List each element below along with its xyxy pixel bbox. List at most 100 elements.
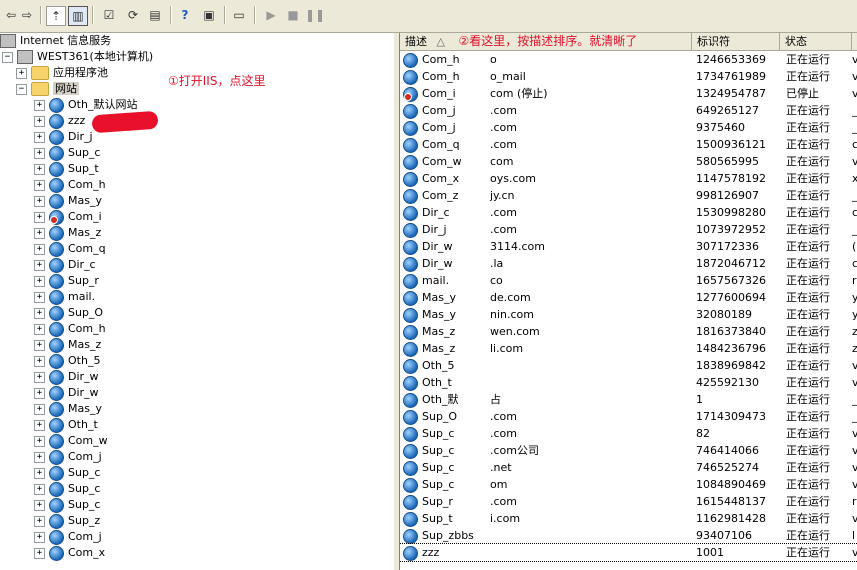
expand-icon[interactable]: + [34,531,45,543]
column-description[interactable]: 描述 △ ②看这里，按描述排序。就清晰了 [400,33,692,50]
tree-site-item[interactable]: + Oth_默认网站 [34,97,137,113]
table-row[interactable]: Sup_c .com公司 746414066 正在运行 v [400,442,857,459]
tree-site-item[interactable]: + Com_h [34,321,106,337]
tree-site-item[interactable]: + Com_j [34,529,102,545]
expand-icon[interactable]: + [34,291,45,303]
table-row[interactable]: Sup_O .com 1714309473 正在运行 _ [400,408,857,425]
console-icon[interactable]: ▣ [200,6,218,24]
collapse-icon[interactable]: − [16,83,27,95]
tree-site-item[interactable]: + Oth_5 [34,353,100,369]
expand-icon[interactable]: + [34,99,45,111]
table-row[interactable]: mail. co 1657567326 正在运行 r [400,272,857,289]
expand-icon[interactable]: + [34,435,45,447]
expand-icon[interactable]: + [34,355,45,367]
tree-site-item[interactable]: + Mas_z [34,225,101,241]
expand-icon[interactable]: + [34,259,45,271]
tree-site-item[interactable]: + Sup_t [34,161,99,177]
expand-icon[interactable]: + [34,339,45,351]
expand-icon[interactable]: + [34,387,45,399]
forward-icon[interactable]: ⇨ [18,6,36,24]
table-row[interactable]: Com_i com (停止) 1324954787 已停止 v [400,85,857,102]
table-row[interactable]: Com_w com 580565995 正在运行 v [400,153,857,170]
up-folder-icon[interactable]: ⇡ [46,6,66,26]
expand-icon[interactable]: + [34,323,45,335]
expand-icon[interactable]: + [34,467,45,479]
tree-site-item[interactable]: + Dir_c [34,257,96,273]
table-row[interactable]: Mas_z wen.com 1816373840 正在运行 z [400,323,857,340]
table-row[interactable]: Mas_z li.com 1484236796 正在运行 z [400,340,857,357]
table-row[interactable]: Mas_y de.com 1277600694 正在运行 y [400,289,857,306]
tree-site-item[interactable]: + Sup_c [34,481,100,497]
tree-site-item[interactable]: + Sup_c [34,145,100,161]
expand-icon[interactable]: + [34,195,45,207]
expand-icon[interactable]: + [34,515,45,527]
table-row[interactable]: Sup_c om 1084890469 正在运行 v [400,476,857,493]
table-row[interactable]: Oth_默 占 1 正在运行 _ [400,391,857,408]
column-status[interactable]: 状态 [780,33,852,50]
expand-icon[interactable]: + [34,483,45,495]
table-row[interactable]: Sup_t i.com 1162981428 正在运行 v [400,510,857,527]
table-row[interactable]: Dir_j .com 1073972952 正在运行 _ [400,221,857,238]
show-hide-tree-icon[interactable]: ▥ [68,6,88,26]
expand-icon[interactable]: + [16,67,27,79]
tree-site-item[interactable]: + mail. [34,289,95,305]
expand-icon[interactable]: + [34,419,45,431]
expand-icon[interactable]: + [34,403,45,415]
table-row[interactable]: Com_q .com 1500936121 正在运行 c [400,136,857,153]
tree-site-item[interactable]: + Dir_j [34,129,93,145]
expand-icon[interactable]: + [34,131,45,143]
stop-icon[interactable]: ■ [284,6,302,24]
help-icon[interactable]: ? [176,6,194,24]
table-row[interactable]: Dir_c .com 1530998280 正在运行 c [400,204,857,221]
expand-icon[interactable]: + [34,371,45,383]
column-identifier[interactable]: 标识符 [692,33,780,50]
table-row[interactable]: Oth_t 425592130 正在运行 v [400,374,857,391]
tree-site-item[interactable]: + Dir_w [34,385,99,401]
table-row[interactable]: Com_j .com 649265127 正在运行 _ [400,102,857,119]
tree-site-item[interactable]: + Sup_c [34,465,100,481]
table-row[interactable]: Com_h o_mail 1734761989 正在运行 v [400,68,857,85]
tree-site-item[interactable]: + Mas_y [34,193,102,209]
table-row[interactable]: Mas_y nin.com 32080189 正在运行 y [400,306,857,323]
expand-icon[interactable]: + [34,115,45,127]
tree-site-item[interactable]: + Com_h [34,177,106,193]
computer-icon[interactable]: ▭ [230,6,248,24]
tree-site-item[interactable]: + Sup_z [34,513,100,529]
table-row[interactable]: Com_j .com 9375460 正在运行 _ [400,119,857,136]
tree-site-item[interactable]: + Sup_O [34,305,103,321]
tree-site-item[interactable]: + Sup_r [34,273,99,289]
tree-site-item[interactable]: + zzz [34,113,85,129]
table-row[interactable]: Dir_w 3114.com 307172336 正在运行 ( [400,238,857,255]
table-row[interactable]: Com_h o 1246653369 正在运行 v [400,51,857,68]
tree-site-item[interactable]: + Com_x [34,545,105,561]
tree-site-item[interactable]: + Oth_t [34,417,98,433]
pause-icon[interactable]: ❚❚ [305,6,325,24]
collapse-icon[interactable]: − [2,51,13,63]
play-icon[interactable]: ▶ [262,6,280,24]
refresh-icon[interactable]: ⟳ [124,6,142,24]
tree-computer[interactable]: − WEST361(本地计算机) [2,49,153,65]
tree-site-item[interactable]: + Com_j [34,449,102,465]
table-row[interactable]: Oth_5 1838969842 正在运行 v [400,357,857,374]
expand-icon[interactable]: + [34,547,45,559]
expand-icon[interactable]: + [34,243,45,255]
table-row[interactable]: Dir_w .la 1872046712 正在运行 c [400,255,857,272]
table-row[interactable]: zzz 1001 正在运行 v [400,543,857,562]
tree-site-item[interactable]: + Sup_c [34,497,100,513]
tree-site-item[interactable]: + Com_i [34,209,102,225]
expand-icon[interactable]: + [34,163,45,175]
table-row[interactable]: Sup_zbbs 93407106 正在运行 l [400,527,857,544]
tree-app-pools[interactable]: + 应用程序池 [16,65,108,81]
expand-icon[interactable]: + [34,179,45,191]
table-row[interactable]: Sup_c .com 82 正在运行 v [400,425,857,442]
expand-icon[interactable]: + [34,307,45,319]
tree-site-item[interactable]: + Mas_y [34,401,102,417]
expand-icon[interactable]: + [34,227,45,239]
column-extra[interactable] [852,33,857,50]
expand-icon[interactable]: + [34,275,45,287]
tree-root[interactable]: Internet 信息服务 [0,33,111,49]
tree-site-item[interactable]: + Mas_z [34,337,101,353]
table-row[interactable]: Com_z jy.cn 998126907 正在运行 _ [400,187,857,204]
tree-websites[interactable]: − 网站 [16,81,79,97]
table-row[interactable]: Com_x oys.com 1147578192 正在运行 x [400,170,857,187]
